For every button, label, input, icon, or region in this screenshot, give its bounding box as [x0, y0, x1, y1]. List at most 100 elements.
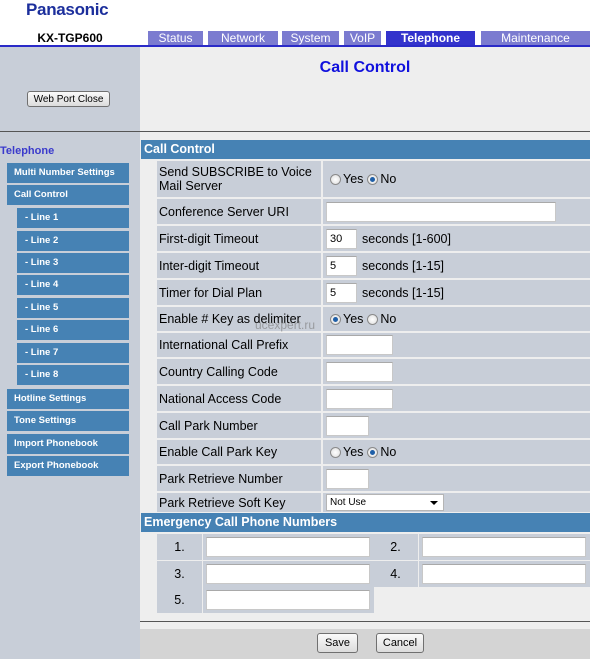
chevron-down-icon — [430, 501, 438, 505]
sidebar-item-line-8[interactable]: - Line 8 — [17, 365, 129, 385]
emergency-5-label: 5. — [157, 587, 202, 613]
tab-voip[interactable]: VoIP — [344, 31, 381, 45]
row-first-digit-timeout: First-digit Timeout seconds [1-600] — [157, 226, 590, 251]
emergency-3-input[interactable] — [206, 564, 370, 584]
intl-prefix-cell — [323, 333, 590, 357]
intl-prefix-label: International Call Prefix — [157, 333, 321, 357]
emergency-2-label: 2. — [373, 534, 418, 560]
send-subscribe-label: Send SUBSCRIBE to Voice Mail Server — [157, 161, 321, 197]
tab-status[interactable]: Status — [148, 31, 203, 45]
web-port-close-button[interactable]: Web Port Close — [27, 91, 110, 107]
send-subscribe-yes-label: Yes — [343, 172, 364, 186]
emergency-4-input[interactable] — [422, 564, 586, 584]
hash-delimiter-no-radio[interactable] — [367, 313, 379, 325]
sidebar-item-tone-settings[interactable]: Tone Settings — [7, 411, 129, 431]
main-content: Call Control Call Control Send SUBSCRIBE… — [140, 47, 590, 659]
country-code-cell — [323, 359, 590, 384]
emergency-1-cell — [203, 534, 374, 560]
conference-uri-cell — [323, 199, 590, 224]
first-digit-unit: seconds [1-600] — [362, 231, 451, 246]
call-park-key-no-label: No — [380, 445, 397, 459]
tab-telephone[interactable]: Telephone — [386, 31, 475, 45]
sidebar: Web Port Close Telephone Multi Number Se… — [0, 47, 140, 659]
sidebar-item-import-phonebook[interactable]: Import Phonebook — [7, 434, 129, 454]
call-park-number-input[interactable] — [326, 415, 369, 436]
call-park-number-cell — [323, 413, 590, 438]
national-access-input[interactable] — [326, 388, 393, 409]
tab-maintenance[interactable]: Maintenance — [481, 31, 590, 45]
sidebar-item-line-3[interactable]: - Line 3 — [17, 253, 129, 273]
sidebar-divider — [0, 131, 140, 132]
row-park-retrieve-softkey: Park Retrieve Soft Key Not Use — [157, 493, 590, 512]
sidebar-item-line-6[interactable]: - Line 6 — [17, 320, 129, 340]
row-national-access: National Access Code — [157, 386, 590, 411]
call-park-key-label: Enable Call Park Key — [157, 440, 321, 464]
emergency-3-cell — [203, 561, 374, 587]
call-park-number-label: Call Park Number — [157, 413, 321, 438]
park-retrieve-softkey-select[interactable]: Not Use — [326, 494, 444, 511]
park-retrieve-softkey-label: Park Retrieve Soft Key — [157, 493, 321, 512]
send-subscribe-yes-radio[interactable] — [330, 173, 341, 185]
emergency-1-input[interactable] — [206, 537, 370, 557]
section-header-emergency: Emergency Call Phone Numbers — [141, 513, 590, 532]
cancel-button[interactable]: Cancel — [376, 633, 424, 653]
emergency-4-label: 4. — [373, 561, 418, 587]
row-country-code: Country Calling Code — [157, 359, 590, 384]
dial-plan-timer-cell: seconds [1-15] — [323, 280, 590, 305]
sidebar-item-call-control[interactable]: Call Control — [7, 185, 129, 205]
inter-digit-input[interactable] — [326, 255, 357, 276]
emergency-2-input[interactable] — [422, 537, 586, 557]
web-port-area: Web Port Close — [0, 47, 140, 131]
sidebar-item-line-7[interactable]: - Line 7 — [17, 343, 129, 363]
row-call-park-number: Call Park Number — [157, 413, 590, 438]
hash-delimiter-yes-label: Yes — [343, 312, 364, 326]
park-retrieve-number-input[interactable] — [326, 468, 369, 489]
emergency-4-cell — [419, 561, 590, 587]
call-park-key-yes-radio[interactable] — [330, 446, 341, 458]
first-digit-input[interactable] — [326, 228, 357, 249]
inter-digit-label: Inter-digit Timeout — [157, 253, 321, 278]
tab-network[interactable]: Network — [208, 31, 278, 45]
row-inter-digit-timeout: Inter-digit Timeout seconds [1-15] — [157, 253, 590, 278]
call-park-key-radios: Yes No — [323, 440, 590, 464]
row-conference-uri: Conference Server URI — [157, 199, 590, 224]
send-subscribe-radios: Yes No — [323, 161, 590, 197]
country-code-label: Country Calling Code — [157, 359, 321, 384]
national-access-label: National Access Code — [157, 386, 321, 411]
section-header-call-control: Call Control — [141, 140, 590, 159]
hash-delimiter-yes-radio[interactable] — [330, 313, 341, 325]
sidebar-item-line-4[interactable]: - Line 4 — [17, 275, 129, 295]
model-name: KX-TGP600 — [37, 31, 103, 45]
dial-plan-timer-input[interactable] — [326, 282, 357, 303]
emergency-3-label: 3. — [157, 561, 202, 587]
sidebar-item-line-1[interactable]: - Line 1 — [17, 208, 129, 228]
send-subscribe-no-radio[interactable] — [367, 173, 379, 185]
national-access-cell — [323, 386, 590, 411]
row-park-retrieve-number: Park Retrieve Number — [157, 466, 590, 491]
row-call-park-key: Enable Call Park Key Yes No — [157, 440, 590, 464]
conference-uri-input[interactable] — [326, 201, 556, 222]
row-hash-delimiter: Enable # Key as delimiter Yes No — [157, 307, 590, 331]
tab-system[interactable]: System — [282, 31, 339, 45]
emergency-5-input[interactable] — [206, 590, 370, 610]
page-title: Call Control — [319, 59, 411, 76]
send-subscribe-no-label: No — [380, 172, 397, 186]
sidebar-item-line-5[interactable]: - Line 5 — [17, 298, 129, 318]
call-park-key-no-radio[interactable] — [367, 446, 379, 458]
panasonic-logo: Panasonic — [26, 0, 109, 19]
country-code-input[interactable] — [326, 361, 393, 382]
sidebar-item-hotline-settings[interactable]: Hotline Settings — [7, 389, 129, 409]
sidebar-item-export-phonebook[interactable]: Export Phonebook — [7, 456, 129, 476]
inter-digit-cell: seconds [1-15] — [323, 253, 590, 278]
intl-prefix-input[interactable] — [326, 335, 393, 355]
sidebar-section-title[interactable]: Telephone — [0, 145, 54, 157]
park-retrieve-softkey-cell: Not Use — [323, 493, 590, 512]
conference-uri-label: Conference Server URI — [157, 199, 321, 224]
hash-delimiter-no-label: No — [380, 312, 397, 326]
save-button[interactable]: Save — [317, 633, 358, 653]
row-international-prefix: International Call Prefix — [157, 333, 590, 357]
park-retrieve-number-cell — [323, 466, 590, 491]
sidebar-item-line-2[interactable]: - Line 2 — [17, 231, 129, 251]
sidebar-item-multi-number-settings[interactable]: Multi Number Settings — [7, 163, 129, 183]
dial-plan-timer-unit: seconds [1-15] — [362, 285, 444, 300]
